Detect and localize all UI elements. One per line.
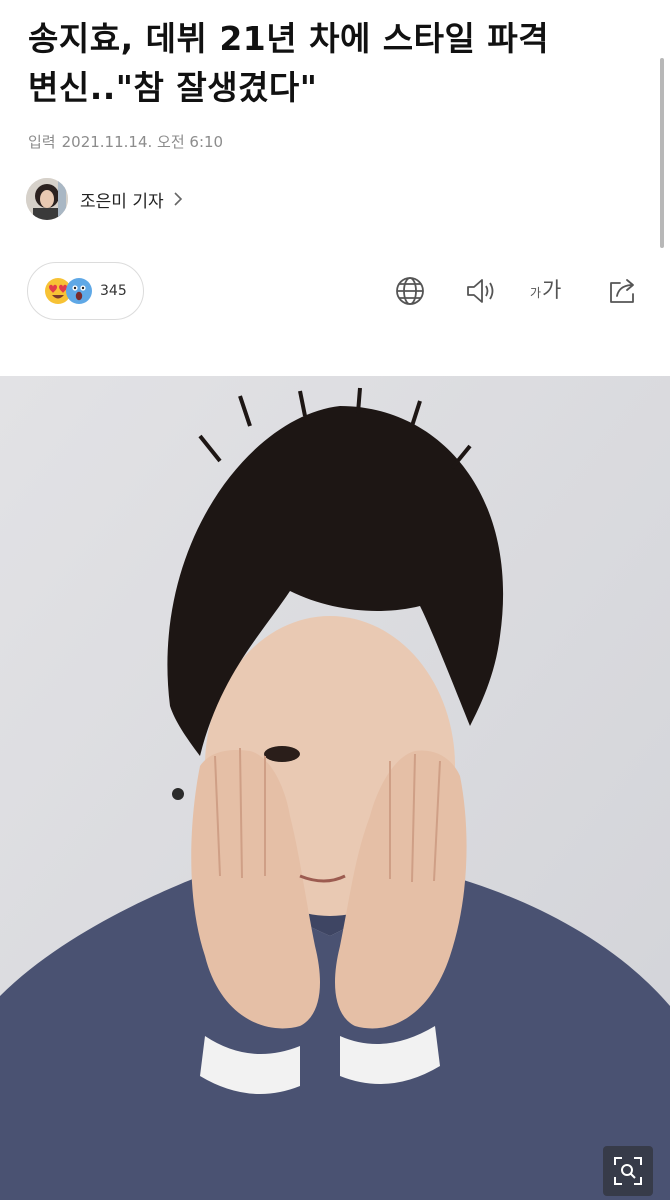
scrollbar[interactable] bbox=[660, 58, 664, 248]
publish-datetime: 2021.11.14. 오전 6:10 bbox=[61, 133, 224, 151]
font-size-small-label: 가 bbox=[530, 286, 542, 300]
reaction-button[interactable]: 345 bbox=[27, 262, 144, 320]
screaming-emoji-icon bbox=[66, 278, 92, 304]
photo-zoom-button[interactable] bbox=[603, 1146, 653, 1196]
listen-button[interactable] bbox=[461, 272, 499, 310]
publish-date: 입력 2021.11.14. 오전 6:10 bbox=[28, 131, 223, 152]
globe-icon bbox=[396, 277, 424, 305]
article-headline: 송지효, 데뷔 21년 차에 스타일 파격 변신.."참 잘생겼다" bbox=[28, 14, 638, 112]
photo-zoom-icon bbox=[614, 1157, 642, 1185]
share-button[interactable] bbox=[604, 272, 642, 310]
speaker-icon bbox=[467, 279, 494, 303]
article-photo[interactable] bbox=[0, 376, 670, 1200]
share-icon bbox=[610, 279, 634, 303]
translate-button[interactable] bbox=[391, 272, 429, 310]
reporter-name: 조은미 기자 bbox=[80, 191, 164, 212]
reporter-link[interactable]: 조은미 기자 bbox=[26, 178, 184, 220]
font-size-large-label: 가 bbox=[542, 278, 562, 302]
reporter-avatar bbox=[26, 178, 68, 220]
chevron-right-icon bbox=[174, 192, 182, 206]
headline-line-2: 변신.."참 잘생겼다" bbox=[28, 68, 318, 107]
publish-label: 입력 bbox=[28, 133, 56, 151]
reaction-count: 345 bbox=[100, 283, 127, 299]
font-size-button[interactable]: 가가 bbox=[530, 274, 561, 310]
headline-line-1: 송지효, 데뷔 21년 차에 스타일 파격 bbox=[28, 19, 550, 58]
